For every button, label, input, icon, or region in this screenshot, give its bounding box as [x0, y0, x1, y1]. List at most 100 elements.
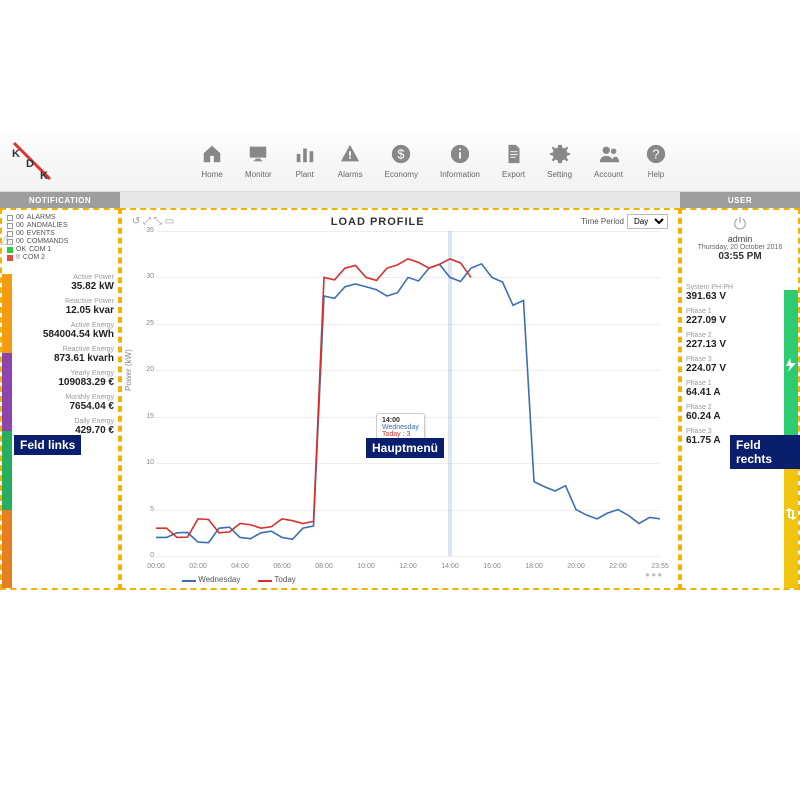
y-tick: 25	[136, 320, 154, 327]
toolbar-label: Information	[440, 170, 480, 179]
notification-row: 00EVENTS	[7, 230, 113, 237]
metric-row: Active Energy584004.54 kWh	[14, 322, 116, 340]
y-axis-label: Power (kW)	[124, 349, 133, 391]
dollar-icon: $	[390, 143, 412, 168]
x-tick: 12:00	[399, 563, 417, 570]
toolbar-label: Home	[201, 170, 222, 179]
x-tick: 18:00	[525, 563, 543, 570]
metric-row: System PH-PH391.63 V	[686, 284, 782, 302]
chart-legend: Wednesday Today	[182, 575, 296, 584]
chart-tools[interactable]: ↺ ⤢ ⤡ ▭	[132, 216, 174, 227]
right-panel: ⏻ admin Thursday, 20 October 2016 03:55 …	[680, 208, 800, 590]
metric-row: Daily Energy429.70 €	[14, 418, 116, 436]
left-color-bar	[2, 274, 12, 588]
toolbar-label: Setting	[547, 170, 572, 179]
bolt-icon	[784, 290, 798, 439]
info-icon	[449, 143, 471, 168]
toolbar-alarms[interactable]: Alarms	[338, 143, 363, 179]
toolbar-label: Economy	[385, 170, 418, 179]
svg-text:D: D	[26, 158, 34, 170]
legend-wednesday: Wednesday	[198, 575, 240, 584]
x-tick: 16:00	[483, 563, 501, 570]
y-tick: 35	[136, 227, 154, 234]
metric-row: Monthly Energy7654.04 €	[14, 394, 116, 412]
y-tick: 5	[136, 506, 154, 513]
center-panel: ↺ ⤢ ⤡ ▭ LOAD PROFILE Time Period Day Pow…	[120, 208, 680, 590]
power-icon[interactable]: ⏻	[684, 216, 796, 234]
home-icon	[201, 143, 223, 168]
notification-header: NOTIFICATION	[0, 192, 120, 208]
toolbar-help[interactable]: ? Help	[645, 143, 667, 179]
metric-row: Phase 3224.07 V	[686, 356, 782, 374]
x-tick: 04:00	[231, 563, 249, 570]
time-period-control: Time Period Day	[581, 214, 668, 229]
time-period-select[interactable]: Day	[627, 214, 668, 229]
user-time: 03:55 PM	[684, 251, 796, 262]
notification-row: 00ANOMALIES	[7, 222, 113, 229]
metric-row: Phase 1227.09 V	[686, 308, 782, 326]
toolbar-plant[interactable]: Plant	[294, 143, 316, 179]
toolbar-label: Help	[648, 170, 664, 179]
notification-list: 00ALARMS00ANOMALIES00EVENTS00COMMANDSOKC…	[2, 210, 118, 266]
username: admin	[684, 234, 796, 244]
metric-row: Phase 260.24 A	[686, 404, 782, 422]
x-tick: 00:00	[147, 563, 165, 570]
svg-text:$: $	[398, 146, 405, 161]
y-tick: 10	[136, 459, 154, 466]
y-tick: 15	[136, 413, 154, 420]
metric-row: Phase 164.41 A	[686, 380, 782, 398]
svg-text:K: K	[40, 170, 48, 182]
user-header: USER	[680, 192, 800, 208]
notification-row: 00COMMANDS	[7, 238, 113, 245]
toolbar-information[interactable]: Information	[440, 143, 480, 179]
user-info: ⏻ admin Thursday, 20 October 2016 03:55 …	[682, 210, 798, 268]
toolbar-label: Export	[502, 170, 525, 179]
toolbar-label: Monitor	[245, 170, 272, 179]
gear-icon	[549, 143, 571, 168]
x-tick: 08:00	[315, 563, 333, 570]
left-metrics: Active Power35.82 kWReactive Power12.05 …	[14, 274, 116, 442]
alert-icon	[339, 143, 361, 168]
metric-row: Reactive Energy873.61 kvarh	[14, 346, 116, 364]
right-metrics: System PH-PH391.63 V Phase 1227.09 V Phase…	[686, 284, 782, 452]
notification-row: OKCOM 1	[7, 246, 113, 253]
toolbar-monitor[interactable]: Monitor	[245, 143, 272, 179]
toolbar-account[interactable]: Account	[594, 143, 623, 179]
annotation-center: Hauptmenü	[366, 438, 444, 458]
toolbar-export[interactable]: Export	[502, 143, 525, 179]
annotation-right: Feld rechts	[730, 435, 800, 469]
svg-text:K: K	[12, 148, 20, 160]
metric-row: Reactive Power12.05 kvar	[14, 298, 116, 316]
annotation-left: Feld links	[14, 435, 81, 455]
center-header	[120, 192, 680, 208]
chart-plot: 0510152025303500:0002:0004:0006:0008:001…	[156, 231, 660, 556]
y-tick: 0	[136, 552, 154, 559]
left-panel: ⚠ 00ALARMS00ANOMALIES00EVENTS00COMMANDSO…	[0, 208, 120, 590]
app-window: KDK Home Monitor Plant Alarms $ Economy Inform…	[0, 130, 800, 590]
metric-row: Phase 2227.13 V	[686, 332, 782, 350]
time-period-label: Time Period	[581, 217, 624, 226]
x-tick: 14:00	[441, 563, 459, 570]
logo: KDK	[8, 137, 56, 185]
x-tick: 10:00	[357, 563, 375, 570]
chart-title: LOAD PROFILE	[174, 216, 581, 228]
chart-more-icon[interactable]: •••	[645, 568, 664, 582]
bars-icon	[294, 143, 316, 168]
y-tick: 20	[136, 366, 154, 373]
top-toolbar: KDK Home Monitor Plant Alarms $ Economy Inform…	[0, 130, 800, 192]
toolbar-label: Account	[594, 170, 623, 179]
x-tick: 22:00	[609, 563, 627, 570]
svg-text:?: ?	[652, 146, 659, 161]
help-icon: ?	[645, 143, 667, 168]
section-headers: NOTIFICATION USER	[0, 192, 800, 208]
toolbar-economy[interactable]: $ Economy	[385, 143, 418, 179]
notification-row: !!COM 2	[7, 254, 113, 261]
toolbar-setting[interactable]: Setting	[547, 143, 572, 179]
x-tick: 06:00	[273, 563, 291, 570]
toolbar-home[interactable]: Home	[201, 143, 223, 179]
alert-icon: ⚠	[0, 232, 13, 249]
legend-today: Today	[274, 575, 295, 584]
x-tick: 20:00	[567, 563, 585, 570]
doc-icon	[503, 143, 525, 168]
y-tick: 30	[136, 273, 154, 280]
